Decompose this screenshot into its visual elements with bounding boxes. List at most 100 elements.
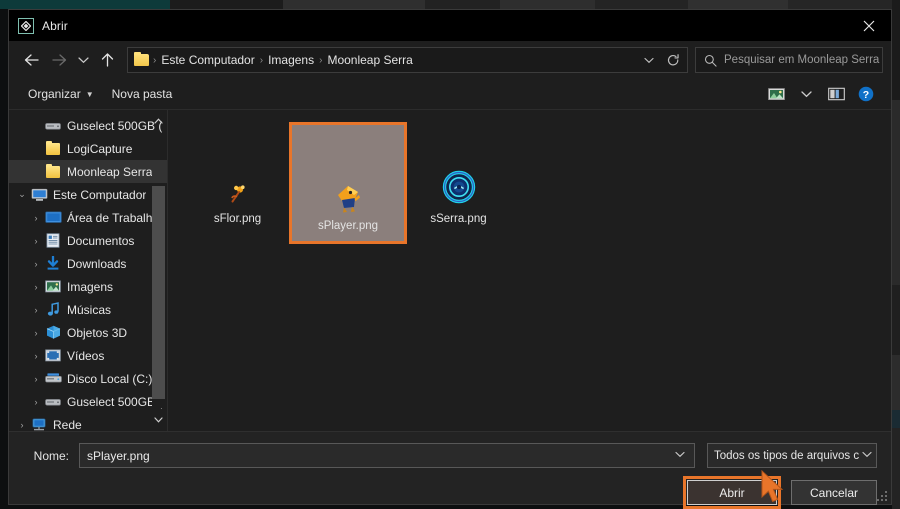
file-grid: sFlor.png sPlayer.png sSerra.png	[186, 122, 881, 244]
sidebar-item-downloads[interactable]: › Downloads	[9, 252, 167, 275]
close-button[interactable]	[846, 10, 891, 41]
tree-expand-chevron-icon[interactable]: ›	[29, 213, 43, 223]
background-right-segment-4	[892, 410, 900, 428]
tree-expand-chevron-icon[interactable]: ›	[29, 374, 43, 384]
background-segment-2	[283, 0, 425, 9]
sidebar-item-guselect-500gb[interactable]: › Guselect 500GB (	[9, 114, 167, 137]
arrow-up-icon[interactable]	[93, 46, 121, 74]
filetype-filter-value: Todos os tipos de arquivos com	[714, 449, 859, 462]
background-segment-6	[688, 0, 788, 9]
sidebar-item-v-deos[interactable]: › Vídeos	[9, 344, 167, 367]
scroll-up-arrow[interactable]	[152, 114, 165, 128]
drive-icon	[43, 120, 63, 132]
tree-expand-chevron-icon[interactable]: ›	[29, 259, 43, 269]
organize-label: Organizar	[28, 87, 81, 101]
file-item[interactable]: sSerra.png	[407, 122, 510, 234]
sidebar-item-imagens[interactable]: › Imagens	[9, 275, 167, 298]
folder-icon	[43, 163, 63, 178]
resize-grip-icon[interactable]	[877, 491, 888, 502]
background-right-segment-3	[892, 355, 900, 410]
sidebar-item-label: Este Computador	[53, 187, 147, 202]
sidebar-item-m-sicas[interactable]: › Músicas	[9, 298, 167, 321]
tree-expand-chevron-icon[interactable]: ›	[29, 328, 43, 338]
sidebar-item-guselect-500gb[interactable]: › Guselect 500GB (	[9, 390, 167, 413]
objects3d-icon	[43, 325, 63, 340]
tree-expand-chevron-icon[interactable]: ›	[29, 121, 43, 131]
documents-icon	[43, 233, 63, 248]
tree-expand-chevron-icon[interactable]: ⌄	[15, 189, 29, 200]
file-list-pane[interactable]: sFlor.png sPlayer.png sSerra.png	[167, 110, 891, 431]
refresh-icon[interactable]	[661, 48, 685, 72]
preview-pane-icon[interactable]	[821, 82, 851, 106]
view-options-chevron-down-icon[interactable]	[791, 82, 821, 106]
arrow-left-icon[interactable]	[17, 46, 45, 74]
videos-icon	[43, 349, 63, 362]
dialog-body: › Guselect 500GB ( › LogiCapture › Moonleap S…	[9, 110, 891, 431]
background-right-segment-1	[892, 100, 900, 285]
folder-tree: › Guselect 500GB ( › LogiCapture › Moonleap S…	[9, 114, 167, 431]
sidebar-item-label: Músicas	[67, 302, 112, 317]
organize-button[interactable]: Organizar ▼	[19, 83, 103, 105]
sidebar-item-label: Objetos 3D	[67, 325, 128, 340]
network-icon	[29, 418, 49, 432]
open-button[interactable]: Abrir	[687, 480, 777, 505]
sidebar-item-label: Área de Trabalho	[67, 210, 160, 225]
background-right-segment-2	[892, 285, 900, 355]
help-icon[interactable]: ?	[851, 82, 881, 106]
background-segment-7	[788, 0, 900, 9]
player-sprite	[292, 125, 404, 219]
filetype-filter-combobox[interactable]: Todos os tipos de arquivos com	[707, 443, 877, 468]
sidebar-item-rede[interactable]: › Rede	[9, 413, 167, 432]
title-bar: Abrir	[9, 10, 891, 41]
recent-locations-chevron-down-icon[interactable]	[73, 46, 93, 74]
computer-icon	[29, 188, 49, 202]
breadcrumb-item-1[interactable]: Imagens	[264, 53, 318, 67]
sidebar-scrollbar-thumb[interactable]	[152, 186, 165, 399]
filename-chevron-down-icon[interactable]	[670, 450, 690, 461]
sidebar-item-rea-de-trabalho[interactable]: › Área de Trabalho	[9, 206, 167, 229]
new-folder-label: Nova pasta	[111, 87, 173, 101]
tree-expand-chevron-icon[interactable]: ›	[29, 144, 43, 154]
breadcrumb-item-0[interactable]: Este Computador	[157, 53, 258, 67]
filename-input[interactable]	[87, 448, 670, 463]
sidebar-item-moonleap-serra[interactable]: › Moonleap Serra	[9, 160, 167, 183]
search-input[interactable]	[724, 54, 882, 66]
file-item[interactable]: sPlayer.png	[289, 122, 407, 244]
background-right-edge	[892, 0, 900, 509]
tree-expand-chevron-icon[interactable]: ›	[15, 420, 29, 430]
sidebar-item-label: Imagens	[67, 279, 114, 294]
sidebar-item-este-computador[interactable]: ⌄ Este Computador	[9, 183, 167, 206]
command-bar: Organizar ▼ Nova pasta ?	[9, 79, 891, 110]
sidebar-item-label: Guselect 500GB (	[67, 394, 163, 409]
filename-field[interactable]	[79, 443, 695, 468]
tree-expand-chevron-icon[interactable]: ›	[29, 351, 43, 361]
scroll-down-arrow[interactable]	[152, 413, 165, 427]
tree-expand-chevron-icon[interactable]: ›	[29, 282, 43, 292]
new-folder-button[interactable]: Nova pasta	[103, 83, 182, 105]
filetype-chevron-down-icon[interactable]	[859, 450, 872, 461]
file-item[interactable]: sFlor.png	[186, 122, 289, 234]
sidebar-item-label: Guselect 500GB (	[67, 118, 163, 133]
navigation-bar: › Este Computador › Imagens › Moonleap S…	[9, 41, 891, 79]
dialog-buttons: Abrir Cancelar	[683, 476, 877, 509]
breadcrumb-item-2[interactable]: Moonleap Serra	[323, 53, 416, 67]
sidebar-item-label: Rede	[53, 417, 82, 432]
tree-expand-chevron-icon[interactable]: ›	[29, 167, 43, 177]
tree-expand-chevron-icon[interactable]: ›	[29, 305, 43, 315]
tree-expand-chevron-icon[interactable]: ›	[29, 397, 43, 407]
sidebar-item-disco-local-c[interactable]: › Disco Local (C:)	[9, 367, 167, 390]
sawblade-sprite	[407, 122, 510, 212]
sidebar-item-logicapture[interactable]: › LogiCapture	[9, 137, 167, 160]
sidebar-item-objetos-3d[interactable]: › Objetos 3D	[9, 321, 167, 344]
navigation-sidebar[interactable]: › Guselect 500GB ( › LogiCapture › Moonleap S…	[9, 110, 167, 431]
filename-row: Nome: Todos os tipos de arquivos com	[23, 432, 877, 472]
search-box[interactable]	[695, 47, 883, 73]
cancel-button[interactable]: Cancelar	[791, 480, 877, 505]
tree-expand-chevron-icon[interactable]: ›	[29, 236, 43, 246]
picture-view-icon[interactable]	[761, 82, 791, 106]
breadcrumb[interactable]: › Este Computador › Imagens › Moonleap S…	[127, 47, 688, 73]
breadcrumb-chevron-down-icon[interactable]	[637, 48, 661, 72]
search-icon	[704, 54, 717, 67]
sidebar-item-documentos[interactable]: › Documentos	[9, 229, 167, 252]
arrow-right-icon[interactable]	[45, 46, 73, 74]
